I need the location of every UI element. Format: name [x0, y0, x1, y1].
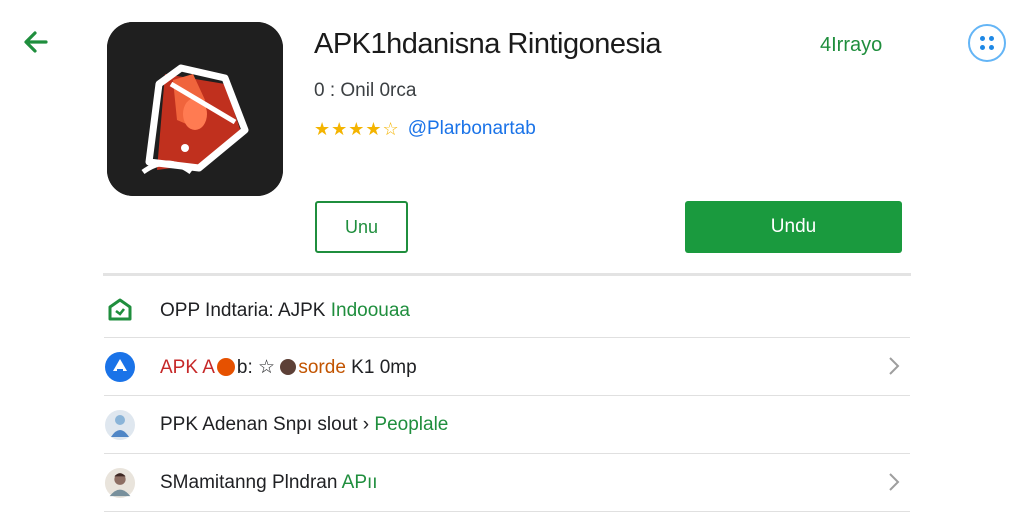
more-dot [989, 45, 994, 50]
row-icon-wrap [104, 409, 136, 441]
back-button[interactable] [20, 26, 52, 58]
app-icon [107, 22, 283, 196]
more-dot [980, 45, 985, 50]
app-meta: 0 : Onil 0rca [314, 80, 417, 101]
list-item-text-mid: b: ☆ [236, 356, 281, 378]
list-item-label: SMamitanng Plndran APıı [160, 472, 378, 494]
list-item-text-end: K1 0mp [345, 356, 417, 378]
more-dots-icon [980, 36, 985, 41]
download-button[interactable]: Undu [685, 201, 902, 253]
section-divider [103, 273, 911, 276]
store-icon [105, 352, 135, 382]
arrow-left-icon [24, 31, 48, 53]
list-item-label: PPK Adenan Snpı slout › Peoplale [160, 414, 448, 436]
header-link[interactable]: 4Irrayo [820, 34, 882, 57]
avatar-icon [105, 410, 135, 440]
list-item-text: SMamitanng Plndran [160, 472, 342, 493]
list-item-text: PPK Adenan Snpı slout › [160, 414, 375, 435]
chevron-right-icon [889, 357, 900, 375]
list-item[interactable]: SMamitanng Plndran APıı [104, 454, 910, 512]
list-item-text: APK A [160, 356, 215, 378]
app-logo-icon [107, 22, 283, 196]
list-item-highlight: sorde [298, 356, 346, 378]
rating-row: ★★★★☆ @Plarbonartab [314, 118, 536, 140]
more-dot [989, 36, 994, 41]
list-item[interactable]: APK A b: ☆ sorde K1 0mp [104, 338, 910, 396]
row-icon-wrap [104, 467, 136, 499]
list-item-text: OPP Indtaria: AJPK [160, 300, 331, 321]
chevron-right-icon [889, 473, 900, 491]
row-icon-wrap [104, 295, 136, 327]
list-item[interactable]: PPK Adenan Snpı slout › Peoplale [104, 396, 910, 454]
row-icon-wrap [104, 351, 136, 383]
list-item-highlight: APıı [341, 472, 378, 493]
person-avatar-icon [104, 467, 136, 499]
developer-link[interactable]: @Plarbonartab [408, 118, 536, 140]
more-options-button[interactable] [968, 24, 1006, 62]
list-item-highlight: Peoplale [374, 414, 449, 435]
list-item[interactable]: OPP Indtaria: AJPK Indoouaa [104, 282, 910, 340]
app-title: APK1hdanisna Rintigonesia [314, 28, 662, 60]
list-item-label: APK A b: ☆ sorde K1 0mp [160, 356, 417, 379]
list-item-label: OPP Indtaria: AJPK Indoouaa [160, 300, 410, 322]
emoji-badge-icon [280, 358, 297, 375]
secondary-button[interactable]: Unu [315, 201, 408, 253]
shield-icon [108, 298, 132, 321]
list-item-highlight: Indoouaa [330, 300, 410, 321]
star-rating: ★★★★☆ [314, 118, 400, 139]
emoji-face-icon [216, 357, 235, 376]
